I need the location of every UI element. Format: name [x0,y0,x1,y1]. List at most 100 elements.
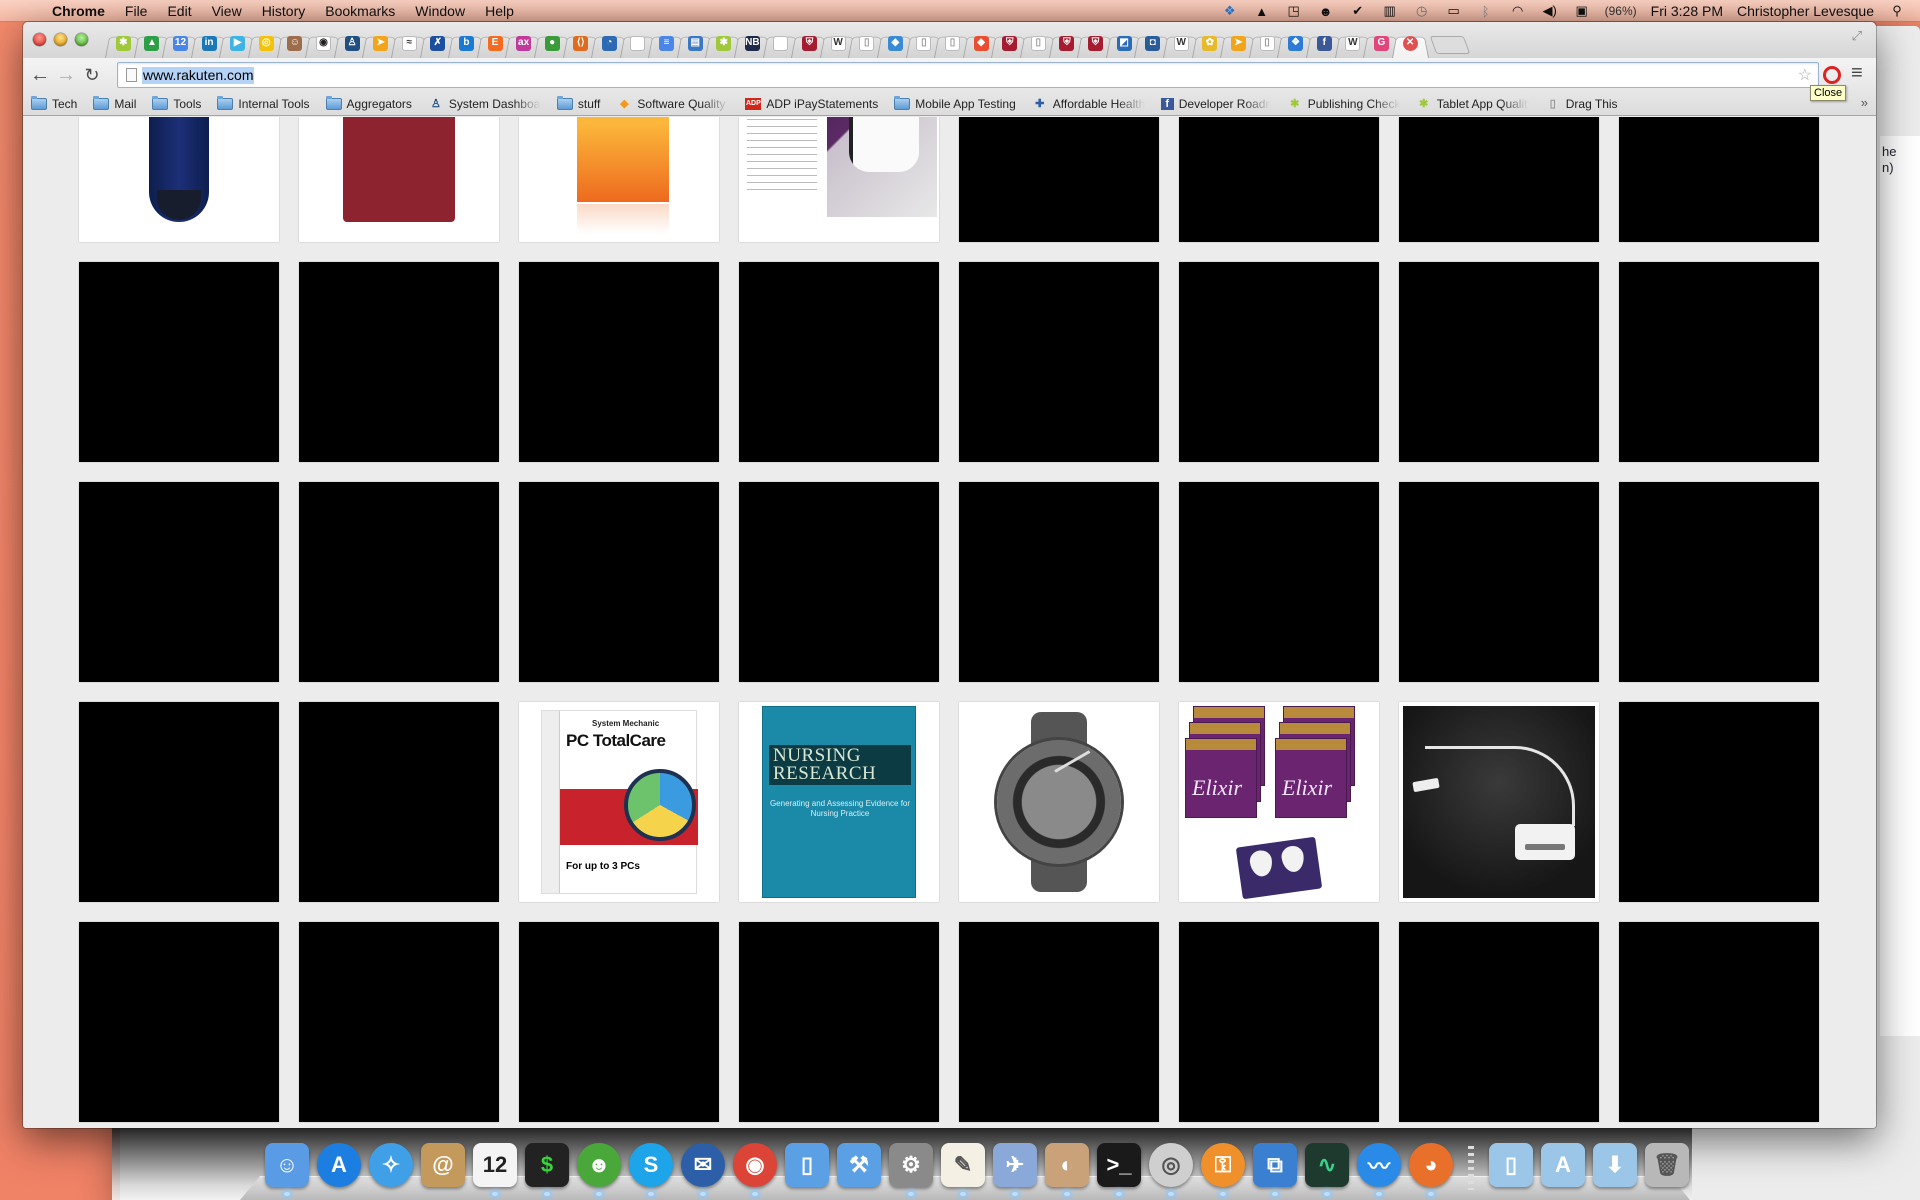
product-tile-placeholder[interactable] [1399,922,1599,1122]
browser-tab[interactable]: f [1310,28,1339,58]
bookmark-aggregators[interactable]: Aggregators [325,95,412,111]
product-tile-placeholder[interactable] [299,922,499,1122]
back-button[interactable]: ← [29,64,51,86]
fullscreen-icon[interactable]: ⤢ [1852,28,1862,44]
product-tile-placeholder[interactable] [959,482,1159,682]
dock-item-activity-monitor[interactable]: ∿ [1304,1140,1350,1196]
browser-tab[interactable]: ▶ [223,28,252,58]
product-tile-placeholder[interactable] [1399,117,1599,242]
dock-item-openoffice[interactable]: 〰 [1356,1140,1402,1196]
browser-tab[interactable]: ◔ [595,28,624,58]
bookmark-system-dashboard[interactable]: ♙ System Dashboard - [428,97,541,111]
chrome-menu-icon[interactable]: ≡ [1851,62,1863,85]
browser-tab[interactable]: ax [509,28,538,58]
screen-share-icon[interactable]: ◳ [1285,3,1303,19]
lastpass-extension-icon[interactable] [1823,66,1841,84]
product-tile-dog-flea-treatment[interactable] [739,117,939,242]
browser-tab[interactable]: ▯ [938,28,967,58]
product-tile-placeholder[interactable] [1179,262,1379,462]
browser-tab[interactable]: ≡ [652,28,681,58]
browser-tab[interactable]: b [452,28,481,58]
menu-history[interactable]: History [262,3,306,19]
browser-tab[interactable]: NB [738,28,767,58]
browser-tab[interactable]: ● [538,28,567,58]
product-tile-placeholder[interactable] [519,482,719,682]
forward-button[interactable]: → [55,64,77,86]
product-tile-red-t-shirt[interactable] [299,117,499,242]
dock-item-system-preferences[interactable]: ⚙ [888,1140,934,1196]
browser-tab[interactable]: ◆ [881,28,910,58]
bookmark-adp-ipaystatements[interactable]: ADP ADP iPayStatements [745,97,878,111]
product-tile-placeholder[interactable] [1179,482,1379,682]
product-tile-placeholder[interactable] [299,702,499,902]
dock-item-applications-folder[interactable]: A [1540,1140,1586,1190]
browser-tab[interactable]: W [1167,28,1196,58]
browser-tab[interactable]: ➤ [366,28,395,58]
product-tile-placeholder[interactable] [299,262,499,462]
product-tile-placeholder[interactable] [519,922,719,1122]
product-tile-placeholder[interactable] [79,262,279,462]
dock-item-terminal[interactable]: $ [524,1140,570,1196]
bluetooth-icon[interactable]: ᛒ [1477,3,1495,19]
dock-item-downloads-folder[interactable]: ⬇ [1592,1140,1638,1190]
dock-item-trash[interactable]: 🗑 [1644,1140,1690,1190]
dock-item-app-store[interactable]: A [316,1140,362,1190]
battery-icon[interactable]: ▣ [1573,3,1591,19]
menu-edit[interactable]: Edit [167,3,191,19]
dock-item-preview[interactable]: ◐ [1044,1140,1090,1196]
bookmarks-overflow-button[interactable]: » [1861,95,1868,110]
browser-tab[interactable]: ✱ [109,28,138,58]
volume-icon[interactable]: ◀) [1541,3,1559,19]
dock-item-adium[interactable]: ☻ [576,1140,622,1196]
browser-tab[interactable]: G [1367,28,1396,58]
close-tab-icon[interactable]: ✕ [1402,35,1418,51]
menu-window[interactable]: Window [415,3,465,19]
product-tile-placeholder[interactable] [519,262,719,462]
dock-item-terminal-alt[interactable]: >_ [1096,1140,1142,1196]
bookmark-software-quality-ass[interactable]: ◆ Software Quality Ass [616,97,729,111]
browser-tab[interactable]: ▯ [1024,28,1053,58]
dock-item-dvd-player[interactable]: ◎ [1148,1140,1194,1196]
checkmark-badge-icon[interactable]: ✔ [1349,3,1367,19]
product-tile-placeholder[interactable] [959,922,1159,1122]
product-tile-gray-dive-watch[interactable] [959,702,1159,902]
browser-tab[interactable]: ⛨ [1081,28,1110,58]
bookmark-internal-tools[interactable]: Internal Tools [217,95,310,111]
product-tile-placeholder[interactable] [1179,117,1379,242]
bookmark-mobile-app-testing[interactable]: Mobile App Testing [894,95,1016,111]
dock-item-textedit[interactable]: ✎ [940,1140,986,1196]
bookmark-star-icon[interactable]: ☆ [1798,65,1812,85]
product-tile-dock-connector-adapter[interactable] [1399,702,1599,902]
product-tile-placeholder[interactable] [1399,262,1599,462]
dock-item-chrome[interactable]: ◉ [732,1140,778,1196]
dock-item-keychain[interactable]: ⚿ [1200,1140,1246,1196]
wifi-icon[interactable]: ◠ [1509,3,1527,19]
browser-tab[interactable]: 12 [166,28,195,58]
time-machine-icon[interactable]: ◷ [1413,3,1431,19]
product-tile-placeholder[interactable] [1399,482,1599,682]
bookmark-stuff[interactable]: stuff [556,95,600,111]
browser-tab[interactable]: ≈ [395,28,424,58]
browser-tab[interactable]: ◉ [309,28,338,58]
bookmark-publishing-checklist[interactable]: ✱ Publishing Checklist [1287,97,1400,111]
product-tile-placeholder[interactable] [1619,482,1819,682]
bookmark-tools[interactable]: Tools [152,95,201,111]
product-tile-guitar-gig-bag[interactable] [79,117,279,242]
product-tile-placeholder[interactable] [79,702,279,902]
bookmark-drag-this[interactable]: ▯ Drag This [1545,97,1618,111]
menu-file[interactable]: File [125,3,148,19]
dock-item-ios-simulator[interactable]: ▯ [784,1140,830,1190]
menu-view[interactable]: View [212,3,242,19]
product-tile-placeholder[interactable] [79,922,279,1122]
product-tile-placeholder[interactable] [739,922,939,1122]
menu-app-chrome[interactable]: Chrome [52,3,105,19]
browser-tab[interactable]: ⛨ [795,28,824,58]
menu-bookmarks[interactable]: Bookmarks [325,3,395,19]
dock-item-safari[interactable]: ✧ [368,1140,414,1190]
product-tile-placeholder[interactable] [959,117,1159,242]
user-name[interactable]: Christopher Levesque [1737,3,1874,19]
spotlight-icon[interactable]: ⚲ [1888,3,1906,19]
product-tile-nursing-research-book[interactable]: NURSING RESEARCH Generating and Assessing … [739,702,939,902]
product-tile-placeholder[interactable] [299,482,499,682]
reload-button[interactable]: ↻ [81,64,103,86]
